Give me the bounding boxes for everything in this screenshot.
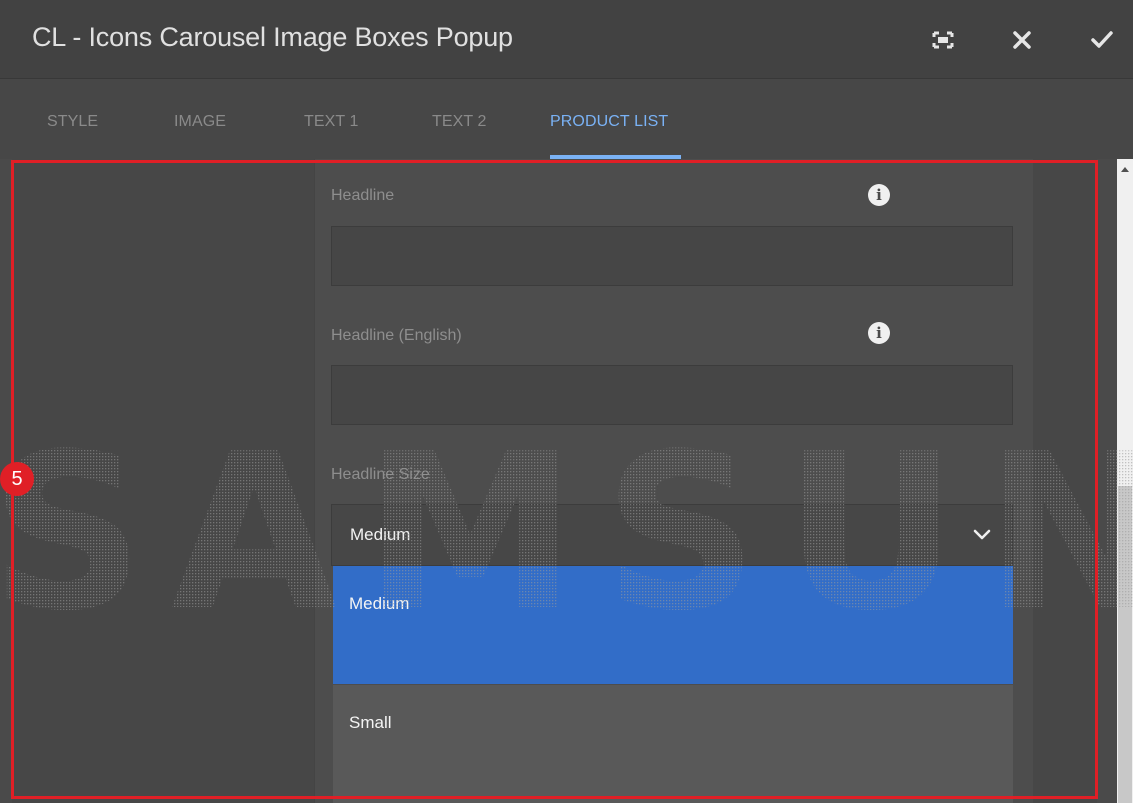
- dialog-title: CL - Icons Carousel Image Boxes Popup: [32, 22, 513, 52]
- option-label: Small: [349, 713, 392, 732]
- headline-label: Headline: [331, 187, 395, 204]
- headline-size-label: Headline Size: [331, 466, 430, 483]
- fullscreen-button[interactable]: [923, 20, 963, 60]
- vertical-scrollbar[interactable]: [1117, 159, 1133, 803]
- headline-info-icon[interactable]: i: [868, 184, 890, 206]
- fullscreen-icon: [932, 31, 954, 49]
- dropdown-option-medium[interactable]: Medium: [333, 566, 1013, 684]
- headline-size-dropdown: Medium Small: [333, 566, 1013, 803]
- close-button[interactable]: [1002, 20, 1042, 60]
- dropdown-option-small[interactable]: Small: [333, 685, 1013, 803]
- scrollbar-thumb[interactable]: [1118, 486, 1132, 803]
- right-gutter: [1033, 159, 1097, 803]
- option-label: Medium: [349, 594, 410, 613]
- tab-bar: STYLE IMAGE TEXT 1 TEXT 2 PRODUCT LIST: [0, 79, 1133, 159]
- headline-english-info-icon[interactable]: i: [868, 322, 890, 344]
- chevron-down-icon: [973, 529, 991, 540]
- headline-input[interactable]: [331, 226, 1013, 286]
- headline-english-input[interactable]: [331, 365, 1013, 425]
- tab-product-list[interactable]: PRODUCT LIST: [550, 113, 668, 131]
- left-gutter: [12, 159, 314, 803]
- step-badge: 5: [0, 462, 34, 496]
- checkmark-icon: [1091, 31, 1113, 48]
- dialog-content: Headline i Headline (English) i Headline…: [0, 159, 1117, 803]
- confirm-button[interactable]: [1082, 20, 1122, 60]
- close-icon: [1013, 31, 1031, 49]
- headline-size-selected-value: Medium: [350, 525, 411, 544]
- tab-image[interactable]: IMAGE: [174, 113, 226, 131]
- tab-text-2[interactable]: TEXT 2: [432, 113, 487, 131]
- dialog-window: CL - Icons Carousel Image Boxes Popup ST…: [0, 0, 1133, 803]
- headline-size-select[interactable]: Medium: [331, 504, 1013, 566]
- tab-text-1[interactable]: TEXT 1: [304, 113, 359, 131]
- tab-style[interactable]: STYLE: [47, 113, 98, 131]
- dialog-titlebar: CL - Icons Carousel Image Boxes Popup: [0, 0, 1133, 79]
- headline-english-label: Headline (English): [331, 327, 462, 344]
- scroll-up-arrow-icon[interactable]: [1117, 165, 1133, 181]
